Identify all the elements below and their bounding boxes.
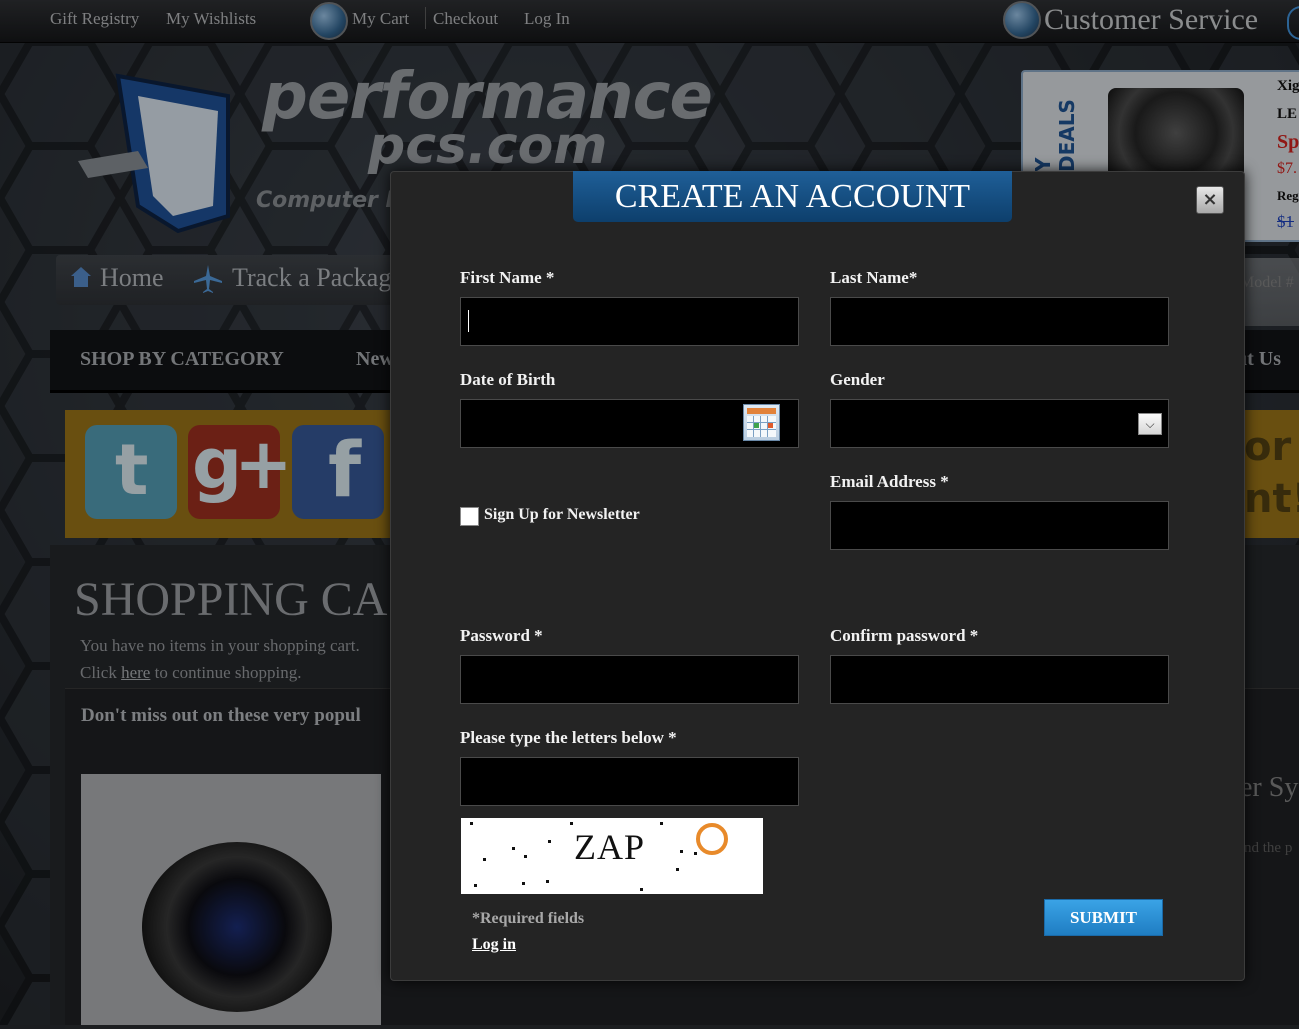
captcha-speck <box>676 868 679 871</box>
confirm-password-field[interactable] <box>830 655 1169 704</box>
password-field[interactable] <box>460 655 799 704</box>
captcha-speck <box>470 822 473 825</box>
refresh-icon[interactable] <box>696 823 728 855</box>
last-name-field[interactable] <box>830 297 1169 346</box>
captcha-speck <box>483 858 486 861</box>
password-label: Password * <box>460 626 543 645</box>
captcha-speck <box>474 884 477 887</box>
captcha-speck <box>680 850 683 853</box>
captcha-text: ZAP <box>574 827 646 867</box>
log-in-link-modal[interactable]: Log in <box>472 936 516 954</box>
chevron-down-icon[interactable]: ⌵ <box>1138 413 1162 435</box>
newsletter-checkbox[interactable] <box>460 507 479 526</box>
calendar-icon[interactable] <box>743 404 780 441</box>
captcha-speck <box>570 822 573 825</box>
required-fields-note: *Required fields <box>472 910 585 927</box>
captcha-speck <box>512 847 515 850</box>
first-name-label: First Name * <box>460 268 555 287</box>
date-of-birth-label: Date of Birth <box>460 370 556 389</box>
captcha-speck <box>548 840 551 843</box>
confirm-password-label: Confirm password * <box>830 626 979 645</box>
captcha-speck <box>640 888 643 891</box>
email-label: Email Address * <box>830 472 949 491</box>
calendar-header <box>747 408 776 414</box>
gender-select[interactable] <box>830 399 1169 448</box>
close-icon[interactable]: × <box>1196 186 1224 214</box>
newsletter-label[interactable]: Sign Up for Newsletter <box>484 506 640 524</box>
text-caret <box>468 310 469 332</box>
calendar-day-green <box>754 423 759 428</box>
modal-title: CREATE AN ACCOUNT <box>573 171 1012 222</box>
last-name-label: Last Name* <box>830 268 918 287</box>
first-name-field[interactable] <box>460 297 799 346</box>
captcha-speck <box>524 855 527 858</box>
submit-button[interactable]: SUBMIT <box>1044 899 1163 936</box>
calendar-day-red <box>768 423 773 428</box>
captcha-speck <box>522 882 525 885</box>
email-field[interactable] <box>830 501 1169 550</box>
captcha-speck <box>660 822 663 825</box>
captcha-field[interactable] <box>460 757 799 806</box>
captcha-speck <box>694 852 697 855</box>
gender-label: Gender <box>830 370 885 389</box>
captcha-speck <box>546 880 549 883</box>
captcha-label: Please type the letters below * <box>460 728 677 747</box>
